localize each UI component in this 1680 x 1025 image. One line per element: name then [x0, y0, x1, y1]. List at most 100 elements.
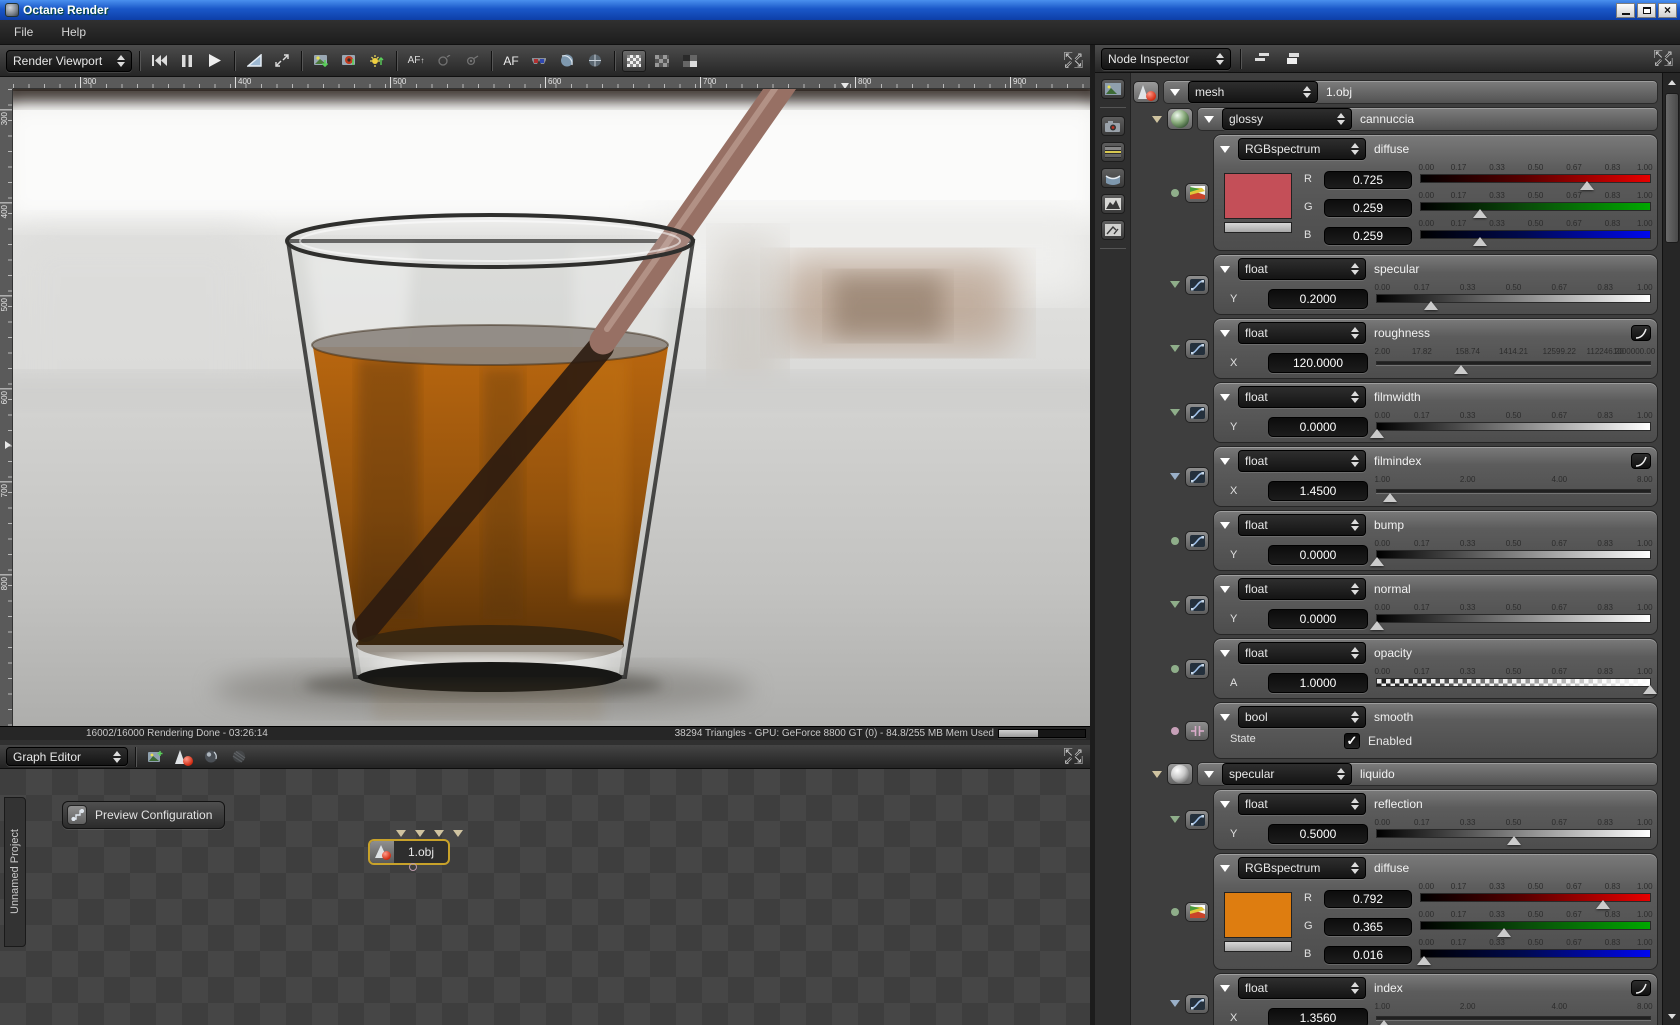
value-field[interactable]: 0.0000 [1268, 545, 1368, 565]
slider-handle[interactable] [1424, 301, 1438, 310]
slider-handle[interactable] [1370, 429, 1385, 438]
slider-handle[interactable] [1472, 209, 1487, 218]
scroll-up-button[interactable] [1664, 74, 1680, 90]
restore-button[interactable] [1637, 2, 1656, 18]
viewport-selector-dropdown[interactable]: Render Viewport [6, 49, 132, 72]
scroll-down-button[interactable] [1664, 1008, 1680, 1024]
specular-type-dropdown[interactable]: specular [1222, 763, 1352, 785]
glossy-type-dropdown[interactable]: glossy [1222, 108, 1352, 130]
resize-viewport-button[interactable] [270, 50, 294, 72]
slider-handle[interactable] [1595, 900, 1610, 909]
value-field[interactable]: 1.4500 [1268, 481, 1368, 501]
slider-handle[interactable] [1377, 1020, 1392, 1025]
slider[interactable]: 0.00 0.17 0.33 0.50 0.67 0.83 1.00 [1374, 818, 1653, 845]
slider[interactable]: 0.00 0.17 0.33 0.50 0.67 0.83 1.00 [1418, 882, 1653, 909]
film-settings-icon[interactable] [1100, 142, 1125, 162]
smooth-type-dropdown[interactable]: bool [1238, 706, 1366, 728]
collapse-arrow-icon[interactable] [1220, 984, 1230, 992]
inspector-scrollbar[interactable] [1662, 73, 1680, 1025]
slider-track[interactable] [1420, 893, 1651, 902]
ge-add-camera-button[interactable] [199, 746, 223, 768]
slider-handle[interactable] [1580, 181, 1595, 190]
menu-file[interactable]: File [0, 21, 47, 43]
slider[interactable]: 2.00 17.82 158.74 1414.21 12599.22 112246.20 1… [1374, 347, 1655, 374]
close-button[interactable]: × [1658, 2, 1677, 18]
slider-track[interactable] [1376, 614, 1651, 623]
scrollbar-thumb[interactable] [1665, 93, 1679, 243]
slider-handle[interactable] [1382, 493, 1397, 502]
light-button[interactable] [365, 50, 389, 72]
slider[interactable]: 1.00 2.00 4.00 8.00 [1374, 475, 1653, 502]
collapse-arrow-icon[interactable] [1220, 265, 1230, 273]
slider-track[interactable] [1420, 949, 1651, 958]
value-field[interactable]: 0.365 [1324, 918, 1412, 936]
collapse-groups-button[interactable] [1250, 48, 1274, 70]
slider-track[interactable] [1376, 361, 1651, 365]
slider-track[interactable] [1376, 678, 1651, 687]
value-field[interactable]: 1.0000 [1268, 673, 1368, 693]
slider-handle[interactable] [1454, 365, 1469, 374]
slider-track[interactable] [1376, 1016, 1651, 1020]
filmindex-type-dropdown[interactable]: float [1238, 450, 1366, 472]
enabled-checkbox[interactable]: ✓ [1344, 733, 1360, 749]
sphere-chrome-icon[interactable] [1167, 763, 1193, 785]
slider[interactable]: 0.00 0.17 0.33 0.50 0.67 0.83 1.00 [1418, 219, 1653, 246]
collapse-arrow-icon[interactable] [1220, 329, 1230, 337]
sphere-mode-button[interactable] [555, 50, 579, 72]
graph-editor-fullscreen-button[interactable]: ⇱⇗ ⇙⇲ [1064, 747, 1084, 766]
expand-groups-button[interactable] [1280, 48, 1304, 70]
slider-handle[interactable] [1506, 836, 1521, 845]
project-tab[interactable]: Unnamed Project [4, 797, 26, 947]
restart-render-button[interactable] [147, 50, 171, 72]
alpha-channel-button[interactable] [650, 50, 674, 72]
render-image[interactable] [13, 89, 1090, 726]
normal-type-dropdown[interactable]: float [1238, 578, 1366, 600]
bump-type-dropdown[interactable]: float [1238, 514, 1366, 536]
slider[interactable]: 0.00 0.17 0.33 0.50 0.67 0.83 1.00 [1370, 411, 1653, 438]
collapse-arrow-icon[interactable] [1220, 800, 1230, 808]
slider-handle[interactable] [1416, 956, 1431, 965]
collapse-arrow-icon[interactable] [1220, 649, 1230, 657]
node-inspector-selector-dropdown[interactable]: Node Inspector [1101, 47, 1231, 70]
color-swatch[interactable] [1224, 173, 1292, 219]
log-scale-button[interactable] [1631, 980, 1651, 996]
value-field[interactable]: 0.0000 [1268, 417, 1368, 437]
slider-track[interactable] [1376, 550, 1651, 559]
index-type-dropdown[interactable]: float [1238, 977, 1366, 999]
render-settings-icon[interactable] [1100, 220, 1125, 240]
save-image-button[interactable] [309, 50, 333, 72]
collapse-arrow-icon[interactable] [1220, 521, 1230, 529]
collapse-arrow-icon[interactable] [1220, 713, 1230, 721]
sphere-wire-button[interactable] [583, 50, 607, 72]
node-input-pins[interactable] [396, 830, 463, 837]
value-field[interactable]: 0.0000 [1268, 609, 1368, 629]
collapse-arrow-icon[interactable] [1220, 145, 1230, 153]
value-field[interactable]: 0.2000 [1268, 289, 1368, 309]
render-region-button[interactable] [337, 50, 361, 72]
collapse-arrow-icon[interactable] [1220, 457, 1230, 465]
graph-editor-canvas[interactable]: Unnamed Project Preview Configuration 1.… [0, 769, 1090, 1025]
brightness-strip[interactable] [1224, 222, 1292, 233]
slider-track[interactable] [1376, 294, 1651, 303]
camera-settings-icon[interactable] [1100, 116, 1125, 136]
collapse-arrow-icon[interactable] [1220, 393, 1230, 401]
value-field[interactable]: 0.5000 [1268, 824, 1368, 844]
af-toggle-button[interactable]: AF [499, 50, 523, 72]
alpha-split-button[interactable] [678, 50, 702, 72]
slider-track[interactable] [1420, 921, 1651, 930]
value-field[interactable]: 0.259 [1324, 199, 1412, 217]
collapse-arrow-icon[interactable] [1204, 770, 1214, 778]
slider-handle[interactable] [1370, 621, 1385, 630]
specular-type-dropdown[interactable]: float [1238, 258, 1366, 280]
node-output-pin[interactable] [409, 863, 418, 871]
graph-editor-selector-dropdown[interactable]: Graph Editor [6, 747, 128, 766]
ge-add-image-button[interactable] [143, 746, 167, 768]
value-field[interactable]: 0.725 [1324, 171, 1412, 189]
reflection-type-dropdown[interactable]: float [1238, 793, 1366, 815]
value-field[interactable]: 0.016 [1324, 946, 1412, 964]
diffuse-type-dropdown[interactable]: RGBspectrum [1238, 138, 1366, 160]
slider[interactable]: 0.00 0.17 0.33 0.50 0.67 0.83 1.00 [1418, 163, 1653, 190]
alpha-background-button[interactable] [622, 49, 646, 72]
slider[interactable]: 0.00 0.17 0.33 0.50 0.67 0.83 1.00 [1418, 910, 1653, 937]
slider[interactable]: 0.00 0.17 0.33 0.50 0.67 0.83 1.00 [1418, 191, 1653, 218]
